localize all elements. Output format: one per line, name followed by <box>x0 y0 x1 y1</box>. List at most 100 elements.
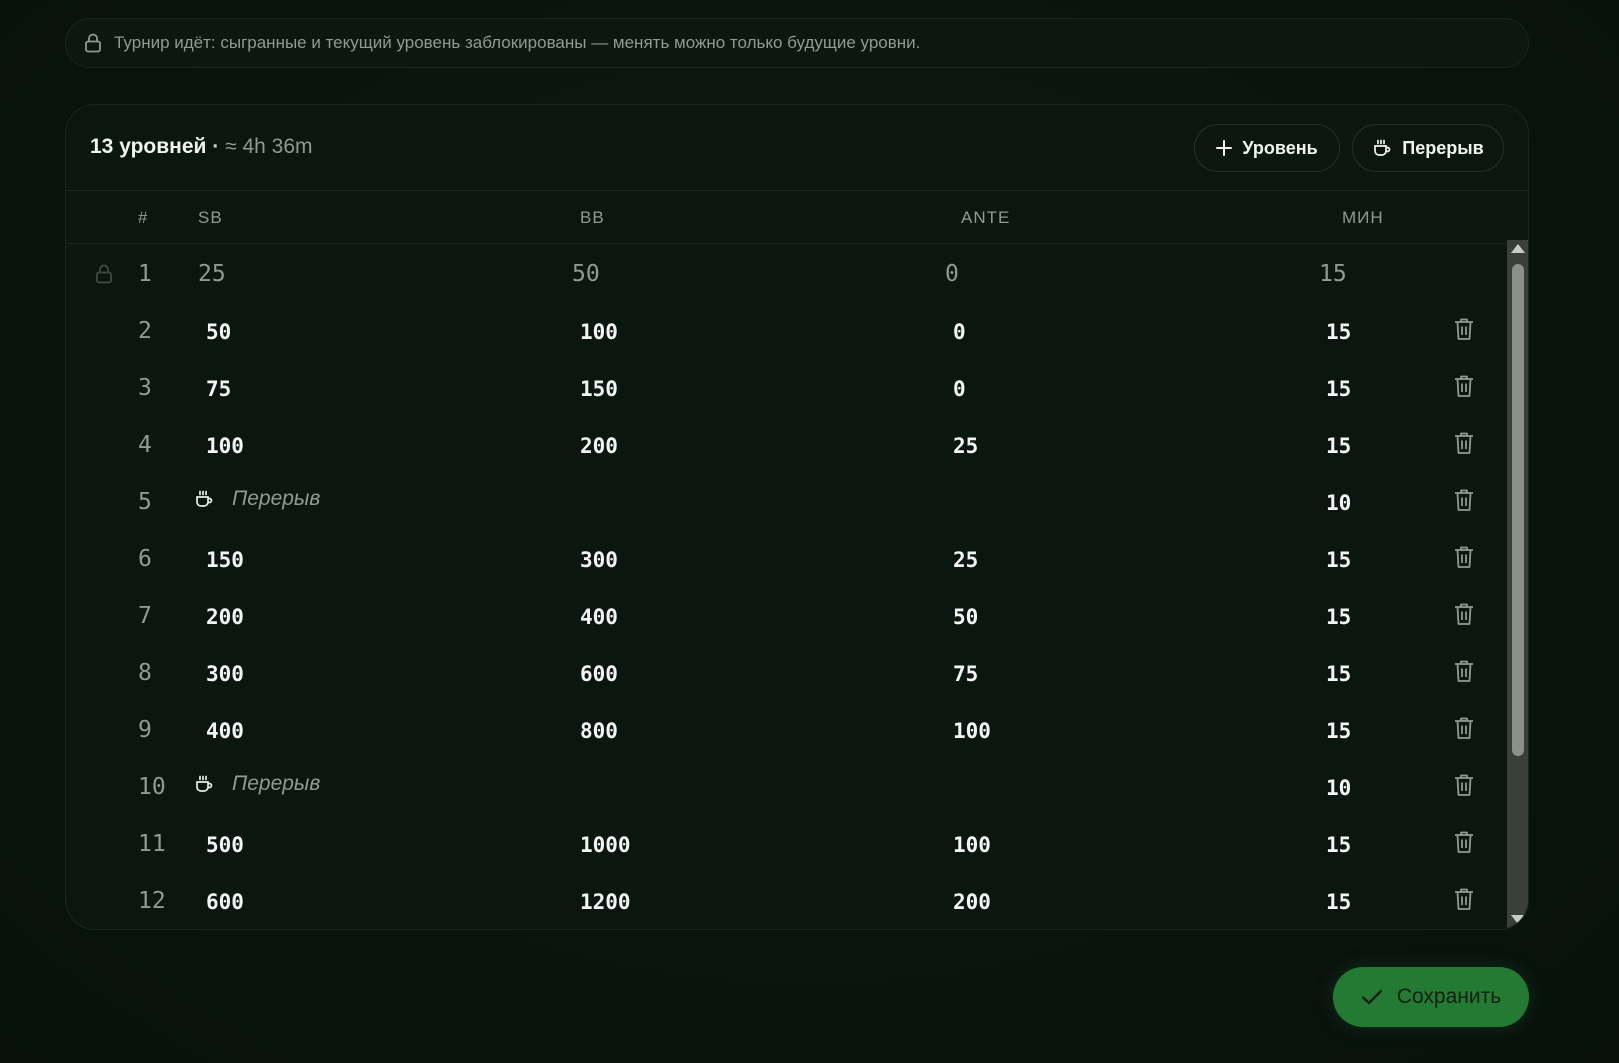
bb-input[interactable]: 800 <box>580 719 618 743</box>
table-scrollbar[interactable] <box>1507 240 1528 929</box>
min-input[interactable]: 15 <box>1326 434 1351 458</box>
sb-input[interactable]: 150 <box>206 548 244 572</box>
scroll-down-arrow-icon[interactable] <box>1511 915 1525 924</box>
bb-input[interactable]: 400 <box>580 605 618 629</box>
ante-input[interactable]: 75 <box>953 662 978 686</box>
plus-icon <box>1216 140 1233 156</box>
table-row: 6 150 300 25 15 <box>66 529 1506 586</box>
levels-summary: 13 уровней · ≈ 4h 36m <box>90 135 313 159</box>
bb-input[interactable]: 600 <box>580 662 618 686</box>
level-number: 10 <box>138 774 166 800</box>
sb-input[interactable]: 400 <box>206 719 244 743</box>
save-label: Сохранить <box>1396 985 1502 1008</box>
level-number: 12 <box>138 888 166 914</box>
lock-icon <box>85 33 101 53</box>
lock-icon <box>96 264 112 284</box>
col-bb: BB <box>580 208 605 227</box>
add-break-button[interactable]: Перерыв <box>1352 124 1504 172</box>
min-input[interactable]: 10 <box>1326 491 1351 515</box>
min-input[interactable]: 15 <box>1326 605 1351 629</box>
ante-input[interactable]: 100 <box>953 719 991 743</box>
lock-notice: Турнир идёт: сыгранные и текущий уровень… <box>65 18 1529 68</box>
min-input[interactable]: 15 <box>1326 320 1351 344</box>
table-row-locked: 1 25 50 0 15 <box>66 244 1506 301</box>
trash-icon[interactable] <box>1453 773 1475 797</box>
add-break-label: Перерыв <box>1402 137 1484 158</box>
trash-icon[interactable] <box>1453 488 1475 512</box>
level-number: 6 <box>138 546 152 572</box>
level-number: 1 <box>138 261 152 287</box>
levels-card: 13 уровней · ≈ 4h 36m Уровень Перерыв # … <box>65 104 1529 930</box>
trash-icon[interactable] <box>1453 887 1475 911</box>
trash-icon[interactable] <box>1453 374 1475 398</box>
trash-icon[interactable] <box>1453 830 1475 854</box>
sb-input[interactable]: 600 <box>206 890 244 914</box>
bb-input[interactable]: 1200 <box>580 890 631 914</box>
trash-icon[interactable] <box>1453 659 1475 683</box>
trash-icon[interactable] <box>1453 317 1475 341</box>
bb-input[interactable]: 150 <box>580 377 618 401</box>
trash-icon[interactable] <box>1453 545 1475 569</box>
level-number: 8 <box>138 660 152 686</box>
trash-icon[interactable] <box>1453 602 1475 626</box>
col-min: МИН <box>1342 208 1384 227</box>
scroll-up-arrow-icon[interactable] <box>1511 244 1525 253</box>
table-row-break: 5 Перерыв 10 <box>66 472 1506 529</box>
ante-input[interactable]: 200 <box>953 890 991 914</box>
sb-input[interactable]: 75 <box>206 377 231 401</box>
sb-input[interactable]: 500 <box>206 833 244 857</box>
trash-icon[interactable] <box>1453 431 1475 455</box>
bb-input[interactable]: 200 <box>580 434 618 458</box>
ante-input[interactable]: 50 <box>953 605 978 629</box>
add-level-button[interactable]: Уровень <box>1194 124 1340 172</box>
bb-input[interactable]: 1000 <box>580 833 631 857</box>
min-input[interactable]: 15 <box>1326 719 1351 743</box>
col-sb: SB <box>198 208 223 227</box>
min-input[interactable]: 15 <box>1326 377 1351 401</box>
table-row: 7 200 400 50 15 <box>66 586 1506 643</box>
ante-input[interactable]: 100 <box>953 833 991 857</box>
level-number: 11 <box>138 831 166 857</box>
bb-input[interactable]: 300 <box>580 548 618 572</box>
table-row: 4 100 200 25 15 <box>66 415 1506 472</box>
scrollbar-thumb[interactable] <box>1512 264 1524 756</box>
level-number: 9 <box>138 717 152 743</box>
sb-input[interactable]: 100 <box>206 434 244 458</box>
col-ante: ANTE <box>961 208 1011 227</box>
level-number: 7 <box>138 603 152 629</box>
ante-input[interactable]: 0 <box>953 377 966 401</box>
ante-input[interactable]: 25 <box>953 548 978 572</box>
table-row: 2 50 100 0 15 <box>66 301 1506 358</box>
min-input[interactable]: 15 <box>1326 548 1351 572</box>
ante-value: 0 <box>945 261 959 287</box>
ante-input[interactable]: 25 <box>953 434 978 458</box>
levels-count: 13 уровней <box>90 135 207 158</box>
min-value: 15 <box>1319 261 1347 287</box>
col-num: # <box>138 208 149 227</box>
notice-text: Турнир идёт: сыгранные и текущий уровень… <box>114 33 921 52</box>
table-row: 12 600 1200 200 15 <box>66 871 1506 928</box>
sb-input[interactable]: 300 <box>206 662 244 686</box>
level-number: 3 <box>138 375 152 401</box>
table-row: 11 500 1000 100 15 <box>66 814 1506 871</box>
levels-table: 1 25 50 0 15 2 50 100 0 15 3 75 150 0 15… <box>66 244 1506 928</box>
sb-value: 25 <box>198 261 226 287</box>
bb-input[interactable]: 100 <box>580 320 618 344</box>
ante-input[interactable]: 0 <box>953 320 966 344</box>
table-row-break: 10 Перерыв 10 <box>66 757 1506 814</box>
table-header: # SB BB ANTE МИН <box>66 191 1528 244</box>
sb-input[interactable]: 200 <box>206 605 244 629</box>
min-input[interactable]: 15 <box>1326 833 1351 857</box>
save-button[interactable]: Сохранить <box>1333 967 1529 1027</box>
min-input[interactable]: 15 <box>1326 662 1351 686</box>
total-duration: ≈ 4h 36m <box>225 135 313 158</box>
sb-input[interactable]: 50 <box>206 320 231 344</box>
break-label: Перерыв <box>194 487 320 511</box>
level-number: 5 <box>138 489 152 515</box>
level-number: 4 <box>138 432 152 458</box>
add-level-label: Уровень <box>1242 137 1318 158</box>
trash-icon[interactable] <box>1453 716 1475 740</box>
summary-separator: · <box>212 135 220 158</box>
min-input[interactable]: 10 <box>1326 776 1351 800</box>
min-input[interactable]: 15 <box>1326 890 1351 914</box>
